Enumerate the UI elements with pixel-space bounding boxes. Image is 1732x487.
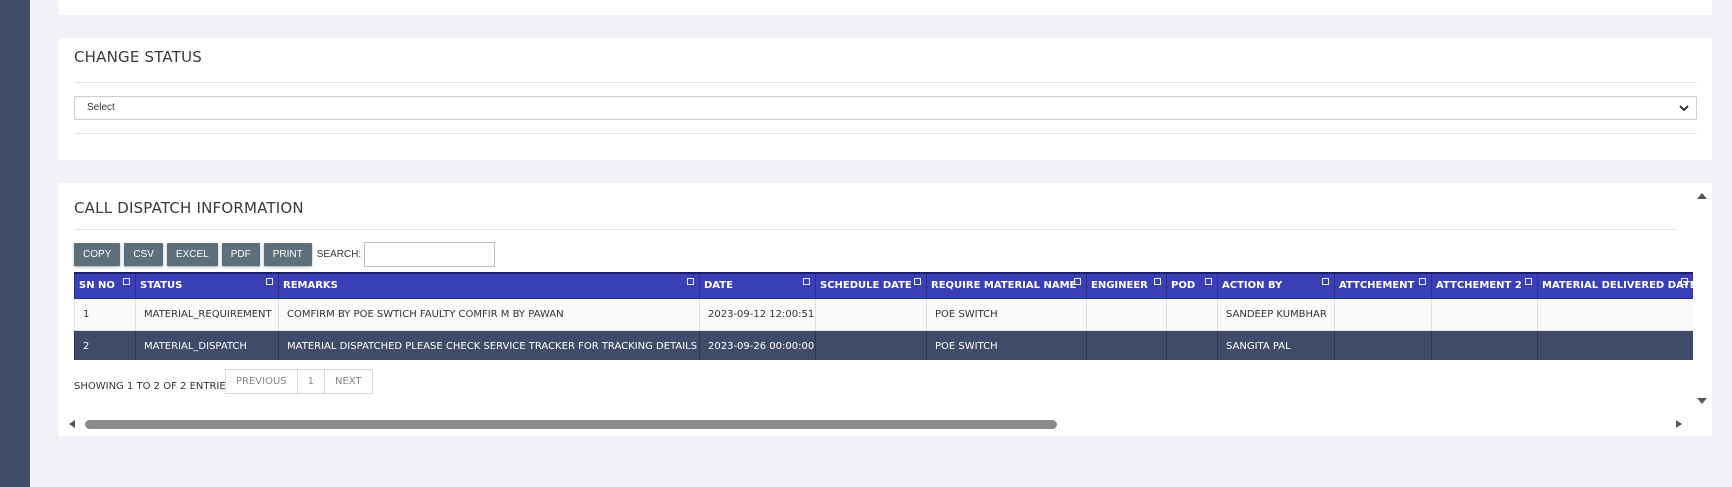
csv-button[interactable]: CSV [124, 243, 163, 266]
table-cell [1431, 297, 1538, 331]
scroll-right-arrow-icon[interactable] [1674, 419, 1684, 429]
column-header[interactable]: ENGINEER [1086, 272, 1167, 299]
column-header[interactable]: DATE [699, 272, 816, 299]
print-button[interactable]: PRINT [263, 243, 312, 266]
table-cell [1086, 297, 1167, 331]
call-dispatch-title: CALL DISPATCH INFORMATION [74, 199, 304, 217]
sort-icon [1074, 278, 1081, 285]
copy-button[interactable]: COPY [74, 243, 121, 266]
scroll-up-arrow-icon[interactable] [1696, 191, 1708, 201]
sort-icon [266, 278, 273, 285]
table-cell: MATERIAL DISPATCHED PLEASE CHECK SERVICE… [278, 329, 700, 360]
sidebar [0, 0, 30, 487]
column-header[interactable]: SCHEDULE DATE [815, 272, 927, 299]
table-cell: POE SWITCH [926, 329, 1087, 360]
scroll-down-arrow-icon[interactable] [1696, 396, 1708, 406]
table-cell [1537, 329, 1693, 360]
table-cell: COMFIRM BY POE SWTICH FAULTY COMFIR M BY… [278, 297, 700, 331]
horizontal-scrollbar-thumb[interactable] [85, 420, 1057, 429]
next-page-button[interactable]: NEXT [325, 370, 372, 393]
table-cell: POE SWITCH [926, 297, 1087, 331]
scroll-left-arrow-icon[interactable] [67, 419, 77, 429]
sort-icon [803, 278, 810, 285]
column-header[interactable]: ACTION BY [1217, 272, 1335, 299]
search-input[interactable] [364, 242, 496, 267]
table-cell: SANGITA PAL [1217, 329, 1335, 360]
divider [74, 229, 1677, 230]
sort-icon [1205, 278, 1212, 285]
export-toolbar: COPY CSV EXCEL PDF PRINT SEARCH: [74, 242, 496, 267]
sort-icon [1419, 278, 1426, 285]
status-select-value: Select [87, 102, 115, 113]
column-header[interactable]: SN NO [74, 272, 136, 299]
call-dispatch-card: CALL DISPATCH INFORMATION COPY CSV EXCEL… [59, 183, 1712, 436]
sort-icon [123, 278, 130, 285]
sort-icon [1681, 278, 1688, 285]
top-card [59, 0, 1712, 15]
table-row[interactable]: 1 MATERIAL_REQUIREMENT COMFIRM BY POE SW… [74, 297, 1693, 331]
table-cell [815, 297, 927, 331]
dispatch-table: SN NO STATUS REMARKS DATE SCHEDULE DATE … [74, 272, 1693, 360]
pdf-button[interactable]: PDF [221, 243, 260, 266]
table-cell [1334, 329, 1432, 360]
column-header[interactable]: POD [1166, 272, 1218, 299]
sort-icon [1322, 278, 1329, 285]
table-row-selected[interactable]: 2 MATERIAL_DISPATCH MATERIAL DISPATCHED … [74, 329, 1693, 360]
search-label: SEARCH: [316, 249, 362, 260]
page-1-button[interactable]: 1 [298, 370, 325, 393]
column-header[interactable]: ATTCHEMENT [1334, 272, 1432, 299]
table-cell [1166, 297, 1218, 331]
table-cell [1086, 329, 1167, 360]
previous-page-button[interactable]: PREVIOUS [226, 370, 298, 393]
table-cell [1166, 329, 1218, 360]
column-header[interactable]: MATERIAL DELIVERED DATE [1537, 272, 1693, 299]
table-cell: 2023-09-26 00:00:00 [699, 329, 816, 360]
dispatch-table-wrapper: SN NO STATUS REMARKS DATE SCHEDULE DATE … [74, 272, 1693, 360]
table-cell [815, 329, 927, 360]
table-cell [1537, 297, 1693, 331]
status-select[interactable]: Select [74, 96, 1697, 120]
table-header-row: SN NO STATUS REMARKS DATE SCHEDULE DATE … [74, 272, 1693, 299]
table-info: SHOWING 1 TO 2 OF 2 ENTRIES [74, 381, 233, 392]
sort-icon [1154, 278, 1161, 285]
table-cell: 1 [74, 297, 136, 331]
chevron-down-icon [1679, 105, 1689, 112]
table-cell: SANDEEP KUMBHAR [1217, 297, 1335, 331]
excel-button[interactable]: EXCEL [166, 243, 218, 266]
column-header[interactable]: REQUIRE MATERIAL NAME [926, 272, 1087, 299]
change-status-title: CHANGE STATUS [74, 48, 202, 66]
column-header[interactable]: STATUS [135, 272, 279, 299]
table-cell: 2023-09-12 12:00:51 [699, 297, 816, 331]
divider [74, 82, 1697, 83]
column-header[interactable]: ATTCHEMENT 2 [1431, 272, 1538, 299]
sort-icon [687, 278, 694, 285]
table-cell [1334, 297, 1432, 331]
table-cell: 2 [74, 329, 136, 360]
sort-icon [1525, 278, 1532, 285]
table-cell: MATERIAL_REQUIREMENT [135, 297, 279, 331]
sort-icon [914, 278, 921, 285]
table-cell: MATERIAL_DISPATCH [135, 329, 279, 360]
divider [74, 133, 1697, 134]
column-header[interactable]: REMARKS [278, 272, 700, 299]
change-status-card: CHANGE STATUS Select [59, 38, 1712, 160]
pagination: PREVIOUS 1 NEXT [225, 369, 373, 394]
table-cell [1431, 329, 1538, 360]
